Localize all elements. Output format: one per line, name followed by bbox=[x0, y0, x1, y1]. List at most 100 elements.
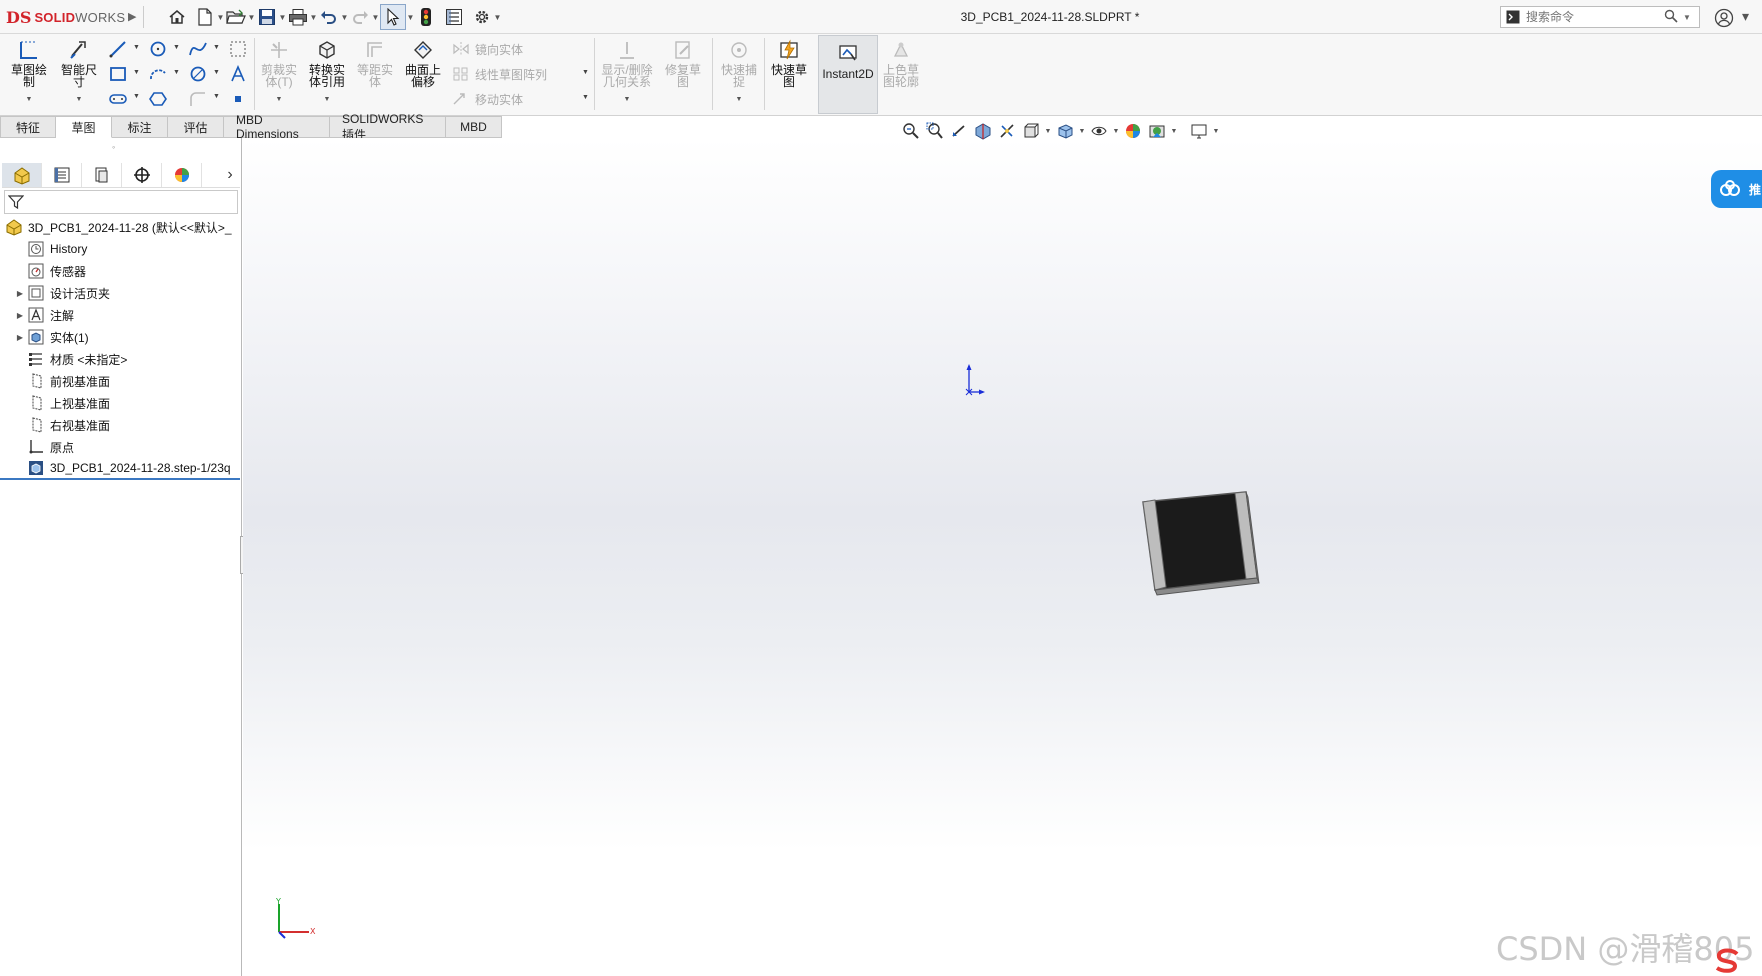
tab-evaluate[interactable]: 评估 bbox=[168, 116, 224, 138]
section-view-icon[interactable] bbox=[972, 120, 994, 142]
display-manager-tab-icon[interactable] bbox=[162, 162, 202, 187]
tab-features[interactable]: 特征 bbox=[0, 116, 56, 138]
tree-filter[interactable] bbox=[4, 190, 238, 214]
redo-dropdown-icon[interactable]: ▼ bbox=[371, 13, 380, 22]
sketch-dropdown-icon[interactable]: ▼ bbox=[6, 94, 52, 106]
tree-item-solid-bodies[interactable]: ▶ 实体(1) bbox=[0, 326, 240, 348]
tab-markup[interactable]: 标注 bbox=[112, 116, 168, 138]
property-manager-tab-icon[interactable] bbox=[42, 162, 82, 187]
tab-mbd-dimensions[interactable]: MBD Dimensions bbox=[224, 113, 330, 141]
search-dropdown-icon[interactable]: ▼ bbox=[1680, 13, 1694, 22]
smart-dimension-dropdown-icon[interactable]: ▼ bbox=[56, 94, 102, 106]
line-icon[interactable] bbox=[106, 38, 130, 60]
file-props-icon[interactable] bbox=[443, 6, 465, 28]
convert-entities-button[interactable]: 转换实 体引用 ▼ bbox=[304, 38, 350, 106]
hide-show-dropdown-icon[interactable]: ▼ bbox=[1112, 128, 1120, 135]
tree-item-annotations[interactable]: ▶ 注解 bbox=[0, 304, 240, 326]
tree-item-imported-body[interactable]: 3D_PCB1_2024-11-28.step-1/23q bbox=[0, 458, 240, 480]
polygon-icon[interactable] bbox=[146, 88, 170, 110]
slot-icon[interactable] bbox=[106, 88, 130, 110]
mirror-entities-button[interactable]: 镜向实体 bbox=[452, 39, 523, 59]
expand-arrow-icon[interactable]: ▶ bbox=[14, 333, 26, 342]
ellipse-dropdown-icon[interactable]: ▼ bbox=[213, 69, 220, 76]
shaded-sketch-contours-button[interactable]: 上色草 图轮廓 bbox=[878, 38, 924, 88]
configuration-manager-tab-icon[interactable] bbox=[82, 162, 122, 187]
view-settings-icon[interactable] bbox=[1188, 120, 1210, 142]
hide-show-items-icon[interactable] bbox=[1088, 120, 1110, 142]
panel-more-icon[interactable]: › bbox=[220, 166, 240, 184]
user-account-icon[interactable] bbox=[1714, 8, 1734, 28]
relations-dropdown-icon[interactable]: ▼ bbox=[598, 94, 656, 106]
convert-dropdown-icon[interactable]: ▼ bbox=[304, 94, 350, 106]
fillet-dropdown-icon[interactable]: ▼ bbox=[213, 93, 220, 100]
select-dropdown-icon[interactable]: ▼ bbox=[406, 13, 415, 22]
dynamic-annotation-icon[interactable] bbox=[996, 120, 1018, 142]
tree-item-history[interactable]: History bbox=[0, 238, 240, 260]
print-icon[interactable] bbox=[287, 6, 309, 28]
tree-item-material[interactable]: 材质 <未指定> bbox=[0, 348, 240, 370]
view-triad[interactable]: Y X bbox=[271, 897, 321, 947]
redo-icon[interactable] bbox=[349, 6, 371, 28]
solidworks-logo[interactable]: DS SOLIDWORKS bbox=[6, 7, 125, 27]
linear-pattern-button[interactable]: 线性草图阵列 bbox=[452, 64, 547, 84]
point-icon[interactable] bbox=[226, 88, 250, 110]
rectangle-icon[interactable] bbox=[106, 63, 130, 85]
open-dropdown-icon[interactable]: ▼ bbox=[247, 13, 256, 22]
quick-snaps-dropdown-icon[interactable]: ▼ bbox=[716, 94, 762, 106]
tree-item-right-plane[interactable]: 右视基准面 bbox=[0, 414, 240, 436]
arc-icon[interactable] bbox=[146, 63, 170, 85]
edit-appearance-icon[interactable] bbox=[1122, 120, 1144, 142]
repair-sketch-button[interactable]: 修复草 图 bbox=[660, 38, 706, 88]
offset-on-surface-button[interactable]: 曲面上 偏移 bbox=[400, 38, 446, 88]
tab-solidworks-addins[interactable]: SOLIDWORKS 插件 bbox=[330, 112, 446, 142]
search-input[interactable] bbox=[1522, 10, 1662, 24]
save-dropdown-icon[interactable]: ▼ bbox=[278, 13, 287, 22]
tab-sketch[interactable]: 草图 bbox=[56, 116, 112, 138]
display-style-icon[interactable] bbox=[1054, 120, 1076, 142]
display-delete-relations-button[interactable]: 显示/删除 几何关系 ▼ bbox=[598, 38, 656, 106]
more-options-icon[interactable]: ▾ bbox=[1742, 8, 1749, 25]
traffic-light-icon[interactable] bbox=[415, 6, 437, 28]
construction-geometry-icon[interactable] bbox=[226, 38, 250, 60]
select-icon[interactable] bbox=[380, 4, 406, 30]
fillet-icon[interactable] bbox=[186, 88, 210, 110]
cloud-side-badge[interactable]: 推 bbox=[1711, 170, 1762, 208]
undo-icon[interactable] bbox=[318, 6, 340, 28]
sketch-button[interactable]: 草图绘 制 ▼ bbox=[6, 38, 52, 106]
new-doc-icon[interactable] bbox=[194, 6, 216, 28]
tree-item-sensors[interactable]: 传感器 bbox=[0, 260, 240, 282]
ellipse-icon[interactable] bbox=[186, 63, 210, 85]
offset-entities-button[interactable]: 等距实 体 bbox=[352, 38, 398, 88]
previous-view-icon[interactable] bbox=[948, 120, 970, 142]
open-icon[interactable] bbox=[225, 6, 247, 28]
zoom-to-area-icon[interactable] bbox=[924, 120, 946, 142]
circle-icon[interactable] bbox=[146, 38, 170, 60]
pcb-component-model[interactable] bbox=[1131, 478, 1271, 611]
tree-item-front-plane[interactable]: 前视基准面 bbox=[0, 370, 240, 392]
home-icon[interactable] bbox=[166, 6, 188, 28]
quick-snaps-button[interactable]: 快速捕 捉 ▼ bbox=[716, 38, 762, 106]
display-style-dropdown-icon[interactable]: ▼ bbox=[1078, 128, 1086, 135]
print-dropdown-icon[interactable]: ▼ bbox=[309, 13, 318, 22]
view-orientation-dropdown-icon[interactable]: ▼ bbox=[1044, 128, 1052, 135]
search-icon[interactable] bbox=[1662, 9, 1680, 26]
zoom-to-fit-icon[interactable] bbox=[900, 120, 922, 142]
rectangle-dropdown-icon[interactable]: ▼ bbox=[133, 69, 140, 76]
line-dropdown-icon[interactable]: ▼ bbox=[133, 44, 140, 51]
dimxpert-manager-tab-icon[interactable] bbox=[122, 162, 162, 187]
tree-item-design-binder[interactable]: ▶ 设计活页夹 bbox=[0, 282, 240, 304]
apply-scene-icon[interactable] bbox=[1146, 120, 1168, 142]
spline-icon[interactable] bbox=[186, 38, 210, 60]
view-settings-dropdown-icon[interactable]: ▼ bbox=[1212, 128, 1220, 135]
move-dropdown-icon[interactable]: ▼ bbox=[582, 94, 589, 101]
circle-dropdown-icon[interactable]: ▼ bbox=[173, 44, 180, 51]
view-orientation-icon[interactable] bbox=[1020, 120, 1042, 142]
move-entities-button[interactable]: 移动实体 bbox=[452, 89, 523, 109]
command-prompt-icon[interactable] bbox=[1504, 8, 1522, 26]
options-dropdown-icon[interactable]: ▼ bbox=[493, 13, 502, 22]
tree-item-top-plane[interactable]: 上视基准面 bbox=[0, 392, 240, 414]
tree-root-part[interactable]: 3D_PCB1_2024-11-28 (默认<<默认>_ bbox=[0, 216, 240, 238]
smart-dimension-button[interactable]: 智能尺 寸 ▼ bbox=[56, 38, 102, 106]
trim-dropdown-icon[interactable]: ▼ bbox=[256, 94, 302, 106]
new-dropdown-icon[interactable]: ▼ bbox=[216, 13, 225, 22]
